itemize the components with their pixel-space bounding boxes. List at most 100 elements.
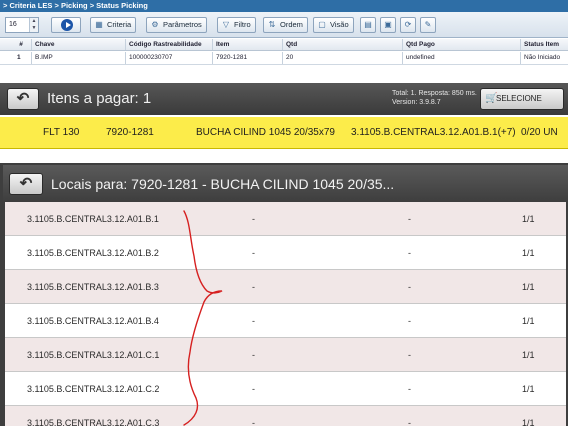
location-code: 3.1105.B.CENTRAL3.12.A01.C.3 xyxy=(27,418,160,426)
list-item[interactable]: 3.1105.B.CENTRAL3.12.A01.B.1 - - 1/1 xyxy=(5,202,566,236)
item-location: 3.1105.B.CENTRAL3.12.A01.B.1(+7) xyxy=(351,127,516,138)
refresh-button[interactable]: ⟳ xyxy=(400,17,416,33)
locations-back-button[interactable]: ↶ xyxy=(9,173,43,195)
location-col2: - xyxy=(252,316,255,326)
item-description: BUCHA CILIND 1045 20/35x79 xyxy=(196,127,335,138)
grid-col-item[interactable]: Item xyxy=(212,39,282,50)
grid-cell-codigo: 100000230707 xyxy=(125,52,212,64)
view-icon: ▢ xyxy=(318,20,326,29)
locations-list: 3.1105.B.CENTRAL3.12.A01.B.1 - - 1/1 3.1… xyxy=(5,202,566,426)
location-col2: - xyxy=(252,282,255,292)
tools-button[interactable]: ✎ xyxy=(420,17,436,33)
items-back-button[interactable]: ↶ xyxy=(7,88,39,110)
grid-cell-qtd: 20 xyxy=(282,52,402,64)
location-col3: - xyxy=(408,350,411,360)
list-item[interactable]: 3.1105.B.CENTRAL3.12.A01.B.3 - - 1/1 xyxy=(5,270,566,304)
parametros-button[interactable]: ⚙ Parâmetros xyxy=(146,17,207,33)
filter-icon: ▽ xyxy=(222,20,230,29)
locations-title: Locais para: 7920-1281 - BUCHA CILIND 10… xyxy=(51,176,395,192)
breadcrumb: > Criteria LES > Picking > Status Pickin… xyxy=(0,0,568,12)
parametros-label: Parâmetros xyxy=(163,20,202,29)
items-header-bar: ↶ Itens a pagar: 1 Total: 1. Resposta: 8… xyxy=(0,83,568,115)
grid-icon: ▦ xyxy=(95,20,103,29)
location-col3: - xyxy=(408,282,411,292)
filtro-button[interactable]: ▽ Filtro xyxy=(217,17,256,33)
visao-label: Visão xyxy=(330,20,349,29)
grid-cell-qtd-pago: undefined xyxy=(402,52,520,64)
select-label: SELECIONE xyxy=(496,94,542,103)
location-col2: - xyxy=(252,350,255,360)
save-icon: ▣ xyxy=(384,20,392,29)
grid-col-chave[interactable]: Chave xyxy=(31,39,125,50)
undo-arrow-icon: ↶ xyxy=(19,175,33,192)
export-icon: ▤ xyxy=(364,20,372,29)
list-item[interactable]: 3.1105.B.CENTRAL3.12.A01.B.4 - - 1/1 xyxy=(5,304,566,338)
location-col3: - xyxy=(408,384,411,394)
run-button[interactable] xyxy=(51,17,81,33)
location-code: 3.1105.B.CENTRAL3.12.A01.C.1 xyxy=(27,350,160,360)
parameters-icon: ⚙ xyxy=(151,20,159,29)
stats-version: Version: 3.9.8.7 xyxy=(392,99,441,106)
page-size-value: 16 xyxy=(9,21,17,28)
grid-col-qtd[interactable]: Qtd xyxy=(282,39,402,50)
sort-icon: ⇅ xyxy=(268,20,276,29)
location-col2: - xyxy=(252,384,255,394)
location-col3: - xyxy=(408,418,411,426)
list-item[interactable]: 3.1105.B.CENTRAL3.12.A01.C.2 - - 1/1 xyxy=(5,372,566,406)
location-qty: 1/1 xyxy=(522,316,535,326)
location-qty: 1/1 xyxy=(522,214,535,224)
save-button[interactable]: ▣ xyxy=(380,17,396,33)
location-code: 3.1105.B.CENTRAL3.12.A01.B.4 xyxy=(27,316,159,326)
location-code: 3.1105.B.CENTRAL3.12.A01.B.3 xyxy=(27,282,159,292)
refresh-icon: ⟳ xyxy=(404,20,412,29)
export-button[interactable]: ▤ xyxy=(360,17,376,33)
list-item[interactable]: 3.1105.B.CENTRAL3.12.A01.C.3 - - 1/1 xyxy=(5,406,566,426)
cart-icon: 🛒 xyxy=(485,93,498,104)
criteria-button[interactable]: ▦ Criteria xyxy=(90,17,137,33)
location-qty: 1/1 xyxy=(522,384,535,394)
locations-header-bar: ↶ Locais para: 7920-1281 - BUCHA CILIND … xyxy=(3,165,568,202)
criteria-label: Criteria xyxy=(107,20,132,29)
item-quantity: 0/20 UN xyxy=(521,127,558,138)
table-row[interactable]: 1 B.IMP 100000230707 7920-1281 20 undefi… xyxy=(0,52,568,65)
location-col2: - xyxy=(252,418,255,426)
location-col2: - xyxy=(252,248,255,258)
item-number: 7920-1281 xyxy=(106,127,154,138)
items-title: Itens a pagar: 1 xyxy=(47,90,152,107)
stepper-arrows-icon[interactable]: ▲ ▼ xyxy=(29,18,38,32)
selected-item-row[interactable]: FLT 130 7920-1281 BUCHA CILIND 1045 20/3… xyxy=(0,117,568,149)
grid-col-codigo[interactable]: Código Rastreabilidade xyxy=(125,39,212,50)
grid-col-status[interactable]: Status Item xyxy=(520,39,568,50)
location-col3: - xyxy=(408,316,411,326)
stats-total: Total: 1. Resposta: 850 ms. xyxy=(392,90,477,97)
visao-button[interactable]: ▢ Visão xyxy=(313,17,354,33)
grid-col-qtd-pago[interactable]: Qtd Pago xyxy=(402,39,520,50)
toolbar: 16 ▲ ▼ ▦ Criteria ⚙ Parâmetros ▽ Filtro ⇅… xyxy=(0,12,568,38)
response-stats: Total: 1. Resposta: 850 ms. Version: 3.9… xyxy=(392,89,477,107)
page-size-stepper[interactable]: 16 ▲ ▼ xyxy=(5,17,39,33)
ordem-label: Ordem xyxy=(280,20,303,29)
list-item[interactable]: 3.1105.B.CENTRAL3.12.A01.B.2 - - 1/1 xyxy=(5,236,566,270)
grid-cell-status: Não Iniciado xyxy=(520,52,568,64)
screenshot-root: > Criteria LES > Picking > Status Pickin… xyxy=(0,0,568,426)
grid-cell-item: 7920-1281 xyxy=(212,52,282,64)
locations-panel: ↶ Locais para: 7920-1281 - BUCHA CILIND … xyxy=(0,163,568,426)
location-code: 3.1105.B.CENTRAL3.12.A01.C.2 xyxy=(27,384,160,394)
list-item[interactable]: 3.1105.B.CENTRAL3.12.A01.C.1 - - 1/1 xyxy=(5,338,566,372)
location-code: 3.1105.B.CENTRAL3.12.A01.B.1 xyxy=(27,214,159,224)
grid-cell-chave: B.IMP xyxy=(31,52,125,64)
location-qty: 1/1 xyxy=(522,350,535,360)
filtro-label: Filtro xyxy=(234,20,251,29)
location-col2: - xyxy=(252,214,255,224)
tools-icon: ✎ xyxy=(424,20,432,29)
location-qty: 1/1 xyxy=(522,248,535,258)
grid-cell-index: 1 xyxy=(17,54,21,61)
select-button[interactable]: 🛒 SELECIONE xyxy=(480,88,564,110)
item-code: FLT 130 xyxy=(43,127,80,138)
location-code: 3.1105.B.CENTRAL3.12.A01.B.2 xyxy=(27,248,159,258)
undo-arrow-icon: ↶ xyxy=(16,90,30,107)
location-col3: - xyxy=(408,214,411,224)
ordem-button[interactable]: ⇅ Ordem xyxy=(263,17,308,33)
location-qty: 1/1 xyxy=(522,418,535,426)
grid-col-index[interactable]: # xyxy=(0,39,30,50)
